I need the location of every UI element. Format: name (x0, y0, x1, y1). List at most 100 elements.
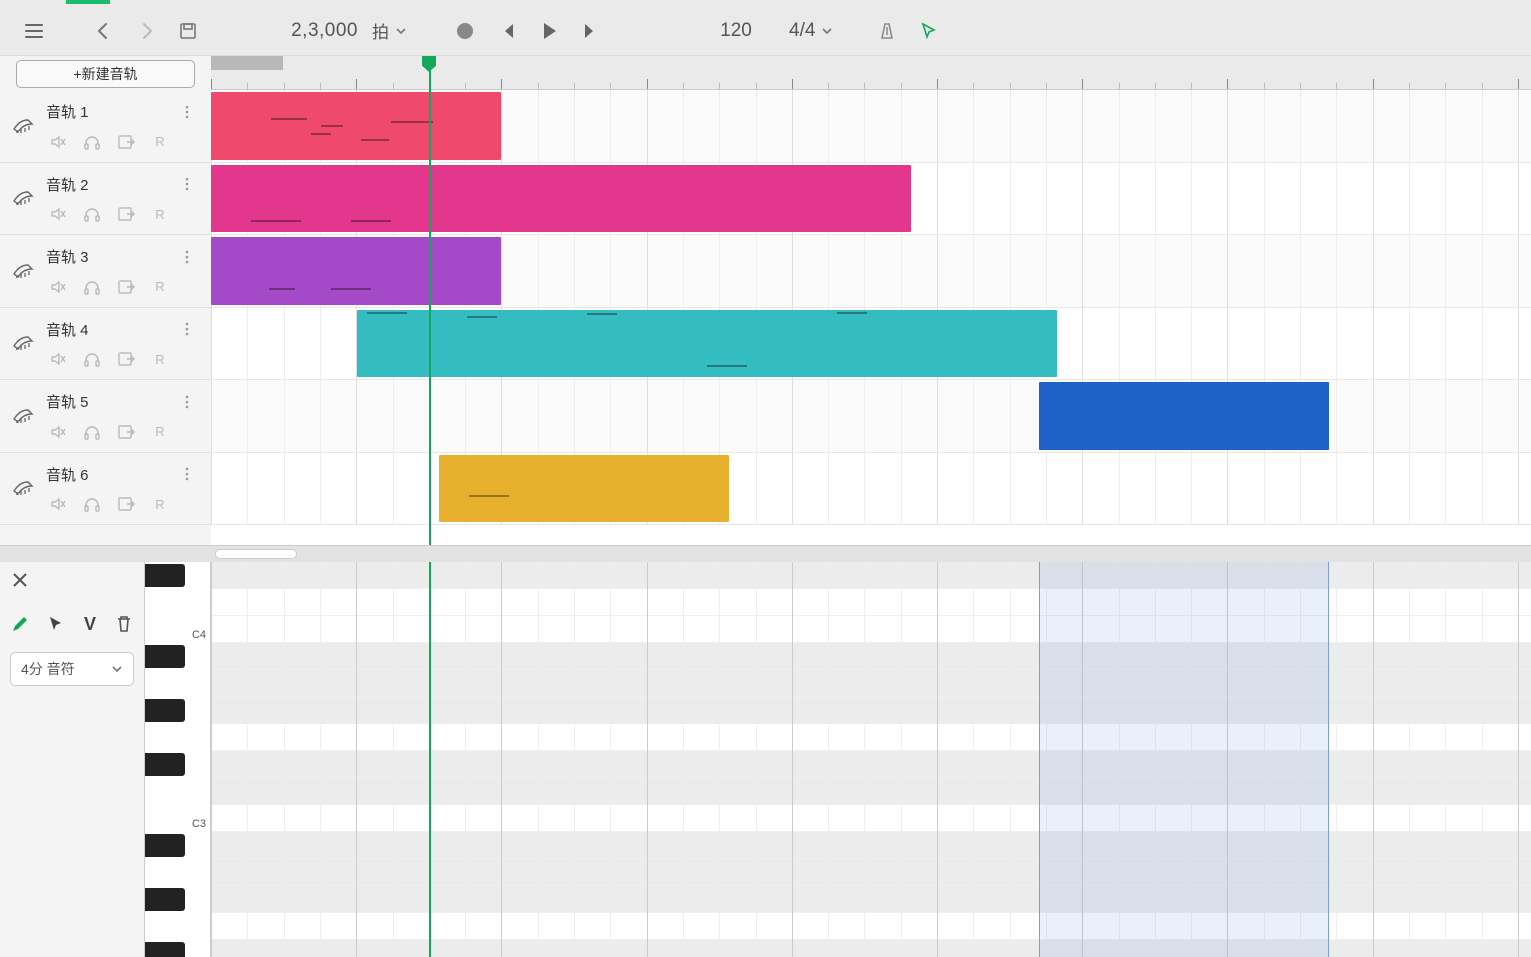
piano-key[interactable] (145, 940, 210, 957)
track-menu-button[interactable] (175, 317, 199, 341)
input-button[interactable] (116, 132, 136, 152)
mute-button[interactable] (48, 132, 68, 152)
mute-button[interactable] (48, 494, 68, 514)
time-signature-dropdown[interactable]: 4/4 (783, 20, 839, 42)
track-name: 音轨 5 (46, 391, 89, 412)
track-lane[interactable] (211, 235, 1531, 308)
track-list-panel: +新建音轨 音轨 1 R (0, 56, 211, 545)
track-name: 音轨 6 (46, 464, 89, 485)
mute-button[interactable] (48, 422, 68, 442)
scrollbar-thumb[interactable] (215, 549, 297, 559)
more-vertical-icon (179, 176, 195, 192)
midi-clip[interactable] (357, 310, 1057, 378)
menu-button[interactable] (16, 13, 52, 49)
solo-button[interactable] (82, 422, 102, 442)
track-menu-button[interactable] (175, 100, 199, 124)
play-button[interactable] (531, 13, 567, 49)
piano-key[interactable] (145, 589, 210, 616)
midi-clip[interactable] (1039, 382, 1329, 450)
piano-keys[interactable]: C4 C3 (145, 562, 211, 957)
input-icon (117, 350, 135, 368)
timeline-scrollbar[interactable] (0, 546, 1531, 562)
piano-key[interactable] (145, 859, 210, 886)
new-track-button[interactable]: +新建音轨 (16, 60, 195, 88)
loop-region-marker[interactable] (211, 56, 283, 70)
mute-button[interactable] (48, 349, 68, 369)
timeline-area[interactable] (211, 56, 1531, 545)
solo-button[interactable] (82, 277, 102, 297)
track-menu-button[interactable] (175, 172, 199, 196)
piano-key[interactable] (145, 913, 210, 940)
fast-forward-button[interactable] (573, 13, 609, 49)
midi-clip[interactable] (211, 92, 501, 160)
solo-button[interactable] (82, 349, 102, 369)
track-menu-button[interactable] (175, 245, 199, 269)
piano-key[interactable] (145, 832, 210, 859)
record-arm-button[interactable]: R (150, 277, 170, 297)
tempo-display[interactable]: 120 (711, 20, 761, 42)
piano-key[interactable]: C3 (145, 805, 210, 832)
rewind-button[interactable] (489, 13, 525, 49)
track-lane[interactable] (211, 90, 1531, 163)
record-arm-button[interactable]: R (150, 132, 170, 152)
input-button[interactable] (116, 494, 136, 514)
forward-button[interactable] (128, 13, 164, 49)
track-lane[interactable] (211, 380, 1531, 453)
track-menu-button[interactable] (175, 390, 199, 414)
record-button[interactable] (447, 13, 483, 49)
mute-button[interactable] (48, 204, 68, 224)
mute-button[interactable] (48, 277, 68, 297)
headphones-icon (83, 278, 101, 296)
metronome-button[interactable] (869, 13, 905, 49)
piano-key[interactable] (145, 751, 210, 778)
track-menu-button[interactable] (175, 462, 199, 486)
piano-key[interactable]: C4 (145, 616, 210, 643)
delete-tool-button[interactable] (114, 612, 134, 636)
record-arm-button[interactable]: R (150, 204, 170, 224)
piano-key[interactable] (145, 886, 210, 913)
track-header[interactable]: 音轨 1 R (0, 90, 211, 163)
piano-key[interactable] (145, 724, 210, 751)
skip-forward-icon (581, 21, 601, 41)
track-lane[interactable] (211, 163, 1531, 236)
input-button[interactable] (116, 277, 136, 297)
track-header[interactable]: 音轨 6 R (0, 453, 211, 526)
midi-clip[interactable] (211, 165, 911, 233)
input-button[interactable] (116, 349, 136, 369)
solo-button[interactable] (82, 132, 102, 152)
piano-roll-grid[interactable] (211, 562, 1531, 957)
position-display[interactable]: 2,3,000 (258, 20, 358, 42)
input-button[interactable] (116, 204, 136, 224)
midi-clip[interactable] (439, 455, 729, 523)
piano-key[interactable] (145, 562, 210, 589)
track-name: 音轨 2 (46, 174, 89, 195)
record-arm-button[interactable]: R (150, 422, 170, 442)
time-ruler[interactable] (211, 56, 1531, 90)
track-header[interactable]: 音轨 5 R (0, 380, 211, 453)
mute-icon (49, 350, 67, 368)
piano-key[interactable] (145, 643, 210, 670)
cursor-tool-button[interactable] (911, 13, 947, 49)
piano-key[interactable] (145, 778, 210, 805)
solo-button[interactable] (82, 494, 102, 514)
record-arm-button[interactable]: R (150, 349, 170, 369)
solo-button[interactable] (82, 204, 102, 224)
track-header[interactable]: 音轨 2 R (0, 163, 211, 236)
midi-clip[interactable] (211, 237, 501, 305)
track-header[interactable]: 音轨 4 R (0, 308, 211, 381)
track-lane[interactable] (211, 453, 1531, 526)
select-tool-button[interactable] (46, 612, 66, 636)
track-lane[interactable] (211, 308, 1531, 381)
save-button[interactable] (170, 13, 206, 49)
position-unit-dropdown[interactable]: 拍 (364, 18, 415, 43)
piano-key[interactable] (145, 670, 210, 697)
track-header[interactable]: 音轨 3 R (0, 235, 211, 308)
pencil-tool-button[interactable] (10, 612, 30, 636)
piano-key[interactable] (145, 697, 210, 724)
note-snap-dropdown[interactable]: 4分 音符 (10, 652, 134, 686)
back-button[interactable] (86, 13, 122, 49)
record-arm-button[interactable]: R (150, 494, 170, 514)
close-piano-roll-button[interactable] (8, 568, 32, 592)
input-button[interactable] (116, 422, 136, 442)
velocity-tool-button[interactable]: V (82, 612, 98, 636)
